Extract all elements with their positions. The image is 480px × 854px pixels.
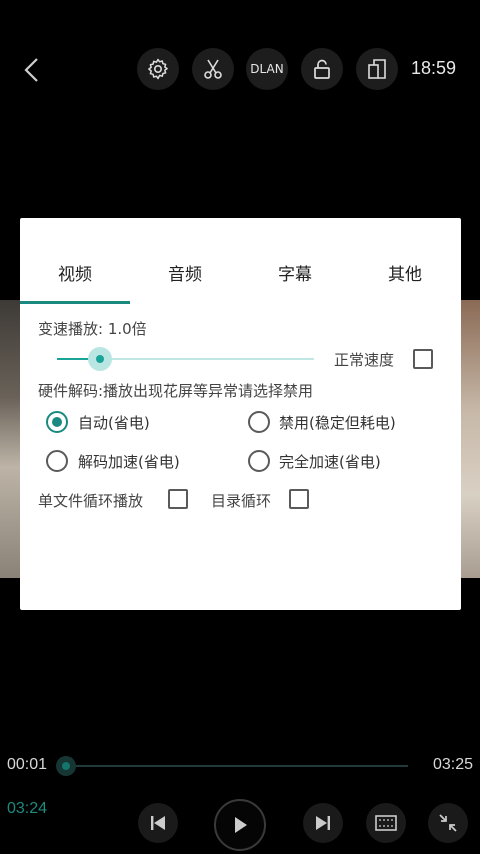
progress-thumb[interactable]: [56, 756, 76, 776]
speed-slider-thumb[interactable]: [96, 355, 104, 363]
play-button[interactable]: [214, 799, 266, 851]
remaining-time: 03:24: [7, 800, 48, 817]
clock: 18:59: [410, 58, 456, 78]
decode-auto-radio[interactable]: [46, 411, 68, 433]
next-button[interactable]: [303, 803, 343, 843]
play-icon: [235, 817, 247, 833]
dir-loop-checkbox[interactable]: [289, 489, 309, 509]
back-icon: [24, 58, 38, 82]
normal-speed-label: 正常速度: [334, 351, 395, 369]
skip-next-icon: [316, 816, 330, 830]
top-bar: DLAN 18:59: [0, 46, 480, 94]
rotate-icon: [368, 59, 386, 79]
previous-button[interactable]: [138, 803, 178, 843]
progress-bar[interactable]: [66, 765, 408, 767]
decode-accel-radio[interactable]: [46, 450, 68, 472]
aspect-ratio-button[interactable]: [366, 803, 406, 843]
aspect-ratio-icon: [375, 815, 397, 831]
tab-bar: 视频 音频 字幕 其他: [20, 246, 461, 304]
hw-decode-label: 硬件解码:播放出现花屏等异常请选择禁用: [38, 382, 314, 400]
decode-disable-label[interactable]: 禁用(稳定但耗电): [279, 412, 396, 433]
settings-dialog: 视频 音频 字幕 其他 变速播放: 1.0倍 正常速度 硬件解码:播放出现花屏等…: [20, 218, 461, 610]
dlan-button[interactable]: DLAN: [246, 48, 288, 90]
single-loop-label: 单文件循环播放: [38, 492, 144, 510]
tab-other[interactable]: 其他: [350, 246, 460, 302]
tab-subtitle[interactable]: 字幕: [240, 246, 350, 302]
decode-full-accel-radio[interactable]: [248, 450, 270, 472]
total-time: 03:25: [432, 756, 473, 773]
decode-auto-label[interactable]: 自动(省电): [78, 412, 150, 433]
normal-speed-checkbox[interactable]: [413, 349, 433, 369]
decode-full-accel-label[interactable]: 完全加速(省电): [279, 451, 381, 472]
tab-indicator: [20, 301, 130, 304]
lock-button[interactable]: [301, 48, 343, 90]
speed-label: 变速播放: 1.0倍: [38, 320, 147, 338]
back-button[interactable]: [16, 54, 48, 86]
video-frame-right-edge: [460, 300, 480, 578]
tab-audio[interactable]: 音频: [130, 246, 240, 302]
video-frame-left-edge: [0, 300, 20, 578]
rotate-button[interactable]: [356, 48, 398, 90]
tab-video[interactable]: 视频: [20, 246, 130, 302]
settings-button[interactable]: [137, 48, 179, 90]
settings-icon: [148, 58, 168, 80]
dir-loop-label: 目录循环: [211, 492, 272, 510]
exit-fullscreen-icon: [439, 814, 457, 832]
skip-previous-icon: [151, 816, 165, 830]
single-loop-checkbox[interactable]: [168, 489, 188, 509]
decode-disable-radio[interactable]: [248, 411, 270, 433]
current-time: 00:01: [7, 756, 48, 773]
decode-accel-label[interactable]: 解码加速(省电): [78, 451, 180, 472]
scissors-icon: [204, 59, 222, 79]
dlan-icon: DLAN: [250, 62, 284, 76]
cut-button[interactable]: [192, 48, 234, 90]
exit-fullscreen-button[interactable]: [428, 803, 468, 843]
unlock-icon: [314, 59, 330, 79]
